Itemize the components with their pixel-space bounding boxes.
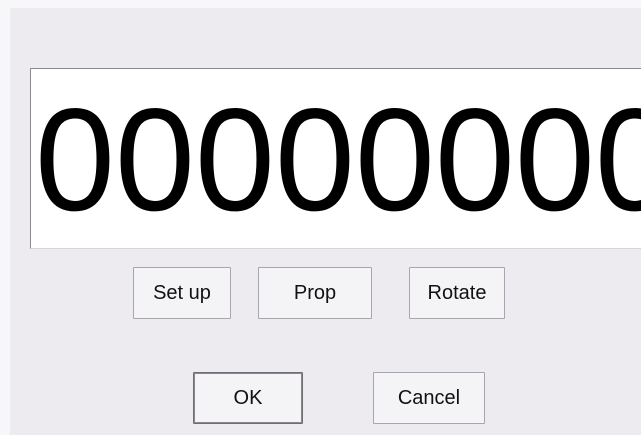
cancel-button[interactable]: Cancel (373, 372, 485, 424)
prop-button[interactable]: Prop (258, 267, 372, 319)
ok-button[interactable]: OK (193, 372, 303, 424)
counter-display: 00000000 (30, 68, 641, 249)
rotate-button[interactable]: Rotate (409, 267, 505, 319)
set-up-button[interactable]: Set up (133, 267, 231, 319)
counter-digits: 00000000 (35, 78, 641, 241)
